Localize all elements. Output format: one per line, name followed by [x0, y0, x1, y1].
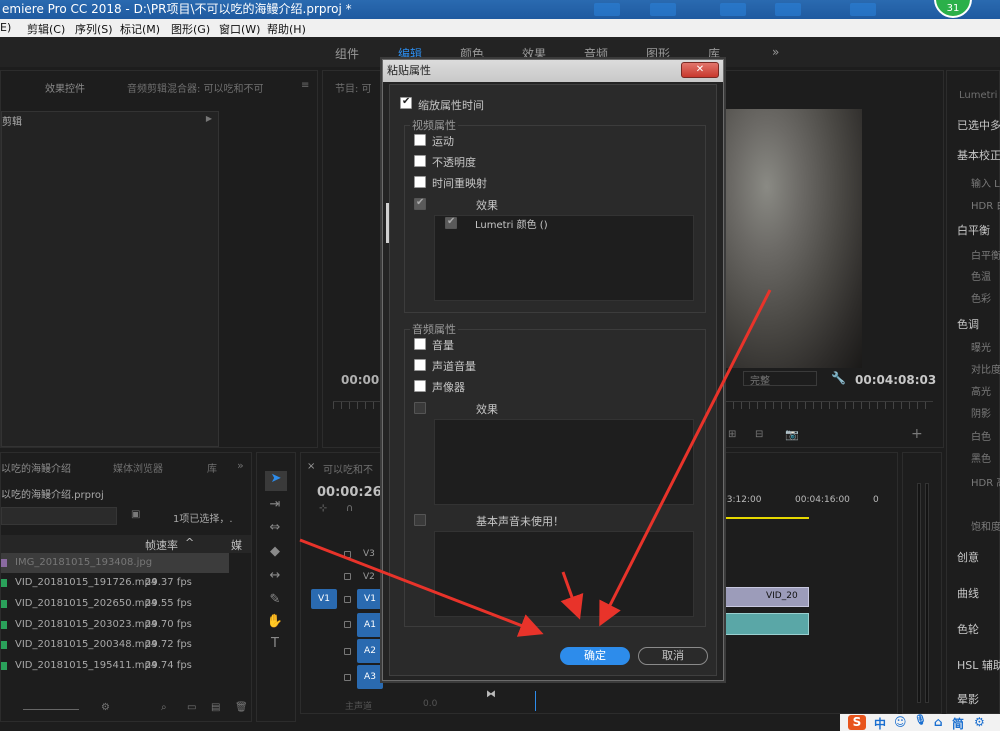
annotation-arrows [299, 289, 772, 637]
toolbox-icon[interactable]: ⌂ [934, 715, 943, 729]
ime-chinese-toggle[interactable]: 中 [874, 715, 886, 731]
arrow-annotation [560, 571, 584, 620]
arrow-annotation [299, 538, 544, 637]
ime-toolbar: S 中 ☺ 🎙 ⌂ 简 ⚙ [840, 714, 1000, 731]
emoji-icon[interactable]: ☺ [894, 715, 907, 729]
simplified-chinese-toggle[interactable]: 简 [952, 715, 964, 731]
settings-icon[interactable]: ⚙ [974, 715, 985, 729]
sogou-icon[interactable]: S [848, 715, 866, 730]
microphone-icon[interactable]: 🎙 [914, 715, 927, 726]
arrow-annotation [599, 289, 772, 627]
